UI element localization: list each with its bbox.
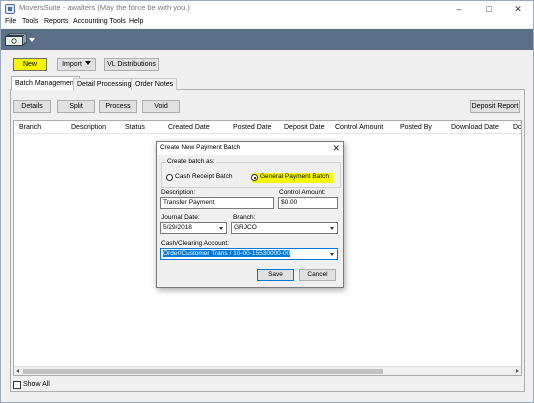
- branch-label: Branch:: [233, 214, 256, 221]
- app-logo-icon: [5, 4, 15, 14]
- branch-select[interactable]: GRJCO: [231, 222, 338, 234]
- menu-tools[interactable]: Tools: [22, 17, 38, 27]
- menu-help[interactable]: Help: [129, 17, 143, 27]
- tab-order-notes[interactable]: Order Notes: [131, 78, 178, 90]
- app-window: MoversSuite - awalters (May the force be…: [0, 0, 534, 403]
- show-all-checkbox[interactable]: [13, 381, 21, 389]
- cash-receipt-label[interactable]: Cash Receipt Batch: [175, 173, 232, 180]
- module-strip: [1, 29, 533, 50]
- horizontal-scrollbar[interactable]: [14, 366, 521, 375]
- close-window-button[interactable]: ✕: [503, 1, 533, 17]
- details-button[interactable]: Details: [13, 100, 51, 113]
- import-button[interactable]: Import: [57, 58, 96, 71]
- general-payment-radio[interactable]: [251, 174, 258, 181]
- new-button[interactable]: New: [13, 58, 47, 71]
- dialog-close-button[interactable]: ✕: [332, 142, 340, 154]
- minimize-button[interactable]: –: [444, 1, 474, 17]
- column-header-do[interactable]: Do: [513, 124, 521, 131]
- control-amount-label: Control Amount:: [279, 189, 326, 196]
- column-header-deposit-date[interactable]: Deposit Date: [284, 124, 324, 131]
- deposit-report-button[interactable]: Deposit Report: [470, 100, 520, 113]
- scroll-left-icon[interactable]: [16, 369, 19, 373]
- chevron-down-icon: [84, 61, 91, 65]
- column-header-download-date[interactable]: Download Date: [451, 124, 499, 131]
- window-title: MoversSuite - awalters (May the force be…: [19, 3, 190, 12]
- header-divider: [14, 133, 521, 134]
- split-button[interactable]: Split: [57, 100, 95, 113]
- branch-value: GRJCO: [234, 224, 257, 231]
- maximize-button[interactable]: □: [474, 1, 504, 17]
- menu-accounting-tools[interactable]: Accounting Tools: [73, 17, 126, 27]
- chevron-down-icon: [219, 227, 223, 230]
- general-payment-label[interactable]: General Payment Batch: [260, 173, 329, 180]
- chevron-down-icon: [330, 253, 334, 256]
- module-dropdown-icon[interactable]: [29, 38, 35, 42]
- title-bar: MoversSuite - awalters (May the force be…: [1, 1, 533, 17]
- import-label: Import: [62, 61, 82, 68]
- column-header-description[interactable]: Description: [71, 124, 106, 131]
- column-header-posted-by[interactable]: Posted By: [400, 124, 432, 131]
- dialog-title-bar: Create New Payment Batch ✕: [157, 142, 343, 155]
- money-stack-icon[interactable]: [5, 33, 27, 46]
- scrollbar-thumb[interactable]: [23, 369, 383, 374]
- scroll-right-icon[interactable]: [516, 369, 519, 373]
- column-header-posted-date[interactable]: Posted Date: [233, 124, 272, 131]
- chevron-down-icon: [330, 227, 334, 230]
- menu-bar: File Tools Reports Accounting Tools Help: [1, 17, 533, 28]
- menu-reports[interactable]: Reports: [44, 17, 69, 27]
- journal-date-label: Journal Date:: [161, 214, 200, 221]
- save-button[interactable]: Save: [257, 269, 294, 281]
- column-header-status[interactable]: Status: [125, 124, 145, 131]
- tab-detail-processing[interactable]: Detail Processing: [73, 78, 136, 90]
- cash-receipt-radio[interactable]: [166, 174, 173, 181]
- column-header-created-date[interactable]: Created Date: [168, 124, 210, 131]
- account-label: Cash/Clearing Account:: [161, 240, 229, 247]
- void-button[interactable]: Void: [142, 100, 180, 113]
- batch-type-label: Create batch as:: [166, 158, 216, 165]
- column-header-branch[interactable]: Branch: [19, 124, 41, 131]
- description-field[interactable]: Transfer Payment: [160, 197, 274, 209]
- tab-batch-management[interactable]: Batch Management: [11, 76, 80, 90]
- account-select[interactable]: Order/Customer Trans / 10-00-15530000-00: [160, 248, 338, 260]
- control-amount-field[interactable]: $0.00: [278, 197, 338, 209]
- description-label: Description:: [161, 189, 196, 196]
- column-header-control-amount[interactable]: Control Amount: [335, 124, 383, 131]
- account-value: Order/Customer Trans / 10-00-15530000-00: [163, 250, 291, 257]
- journal-date-picker[interactable]: 5/29/2018: [160, 222, 227, 234]
- vl-distributions-button[interactable]: VL Distributions: [104, 58, 159, 71]
- journal-date-value: 5/29/2018: [163, 224, 192, 231]
- cancel-button[interactable]: Cancel: [299, 269, 336, 281]
- show-all-label: Show All: [23, 381, 50, 388]
- menu-file[interactable]: File: [5, 17, 16, 27]
- dialog-title: Create New Payment Batch: [160, 144, 241, 151]
- process-button[interactable]: Process: [99, 100, 137, 113]
